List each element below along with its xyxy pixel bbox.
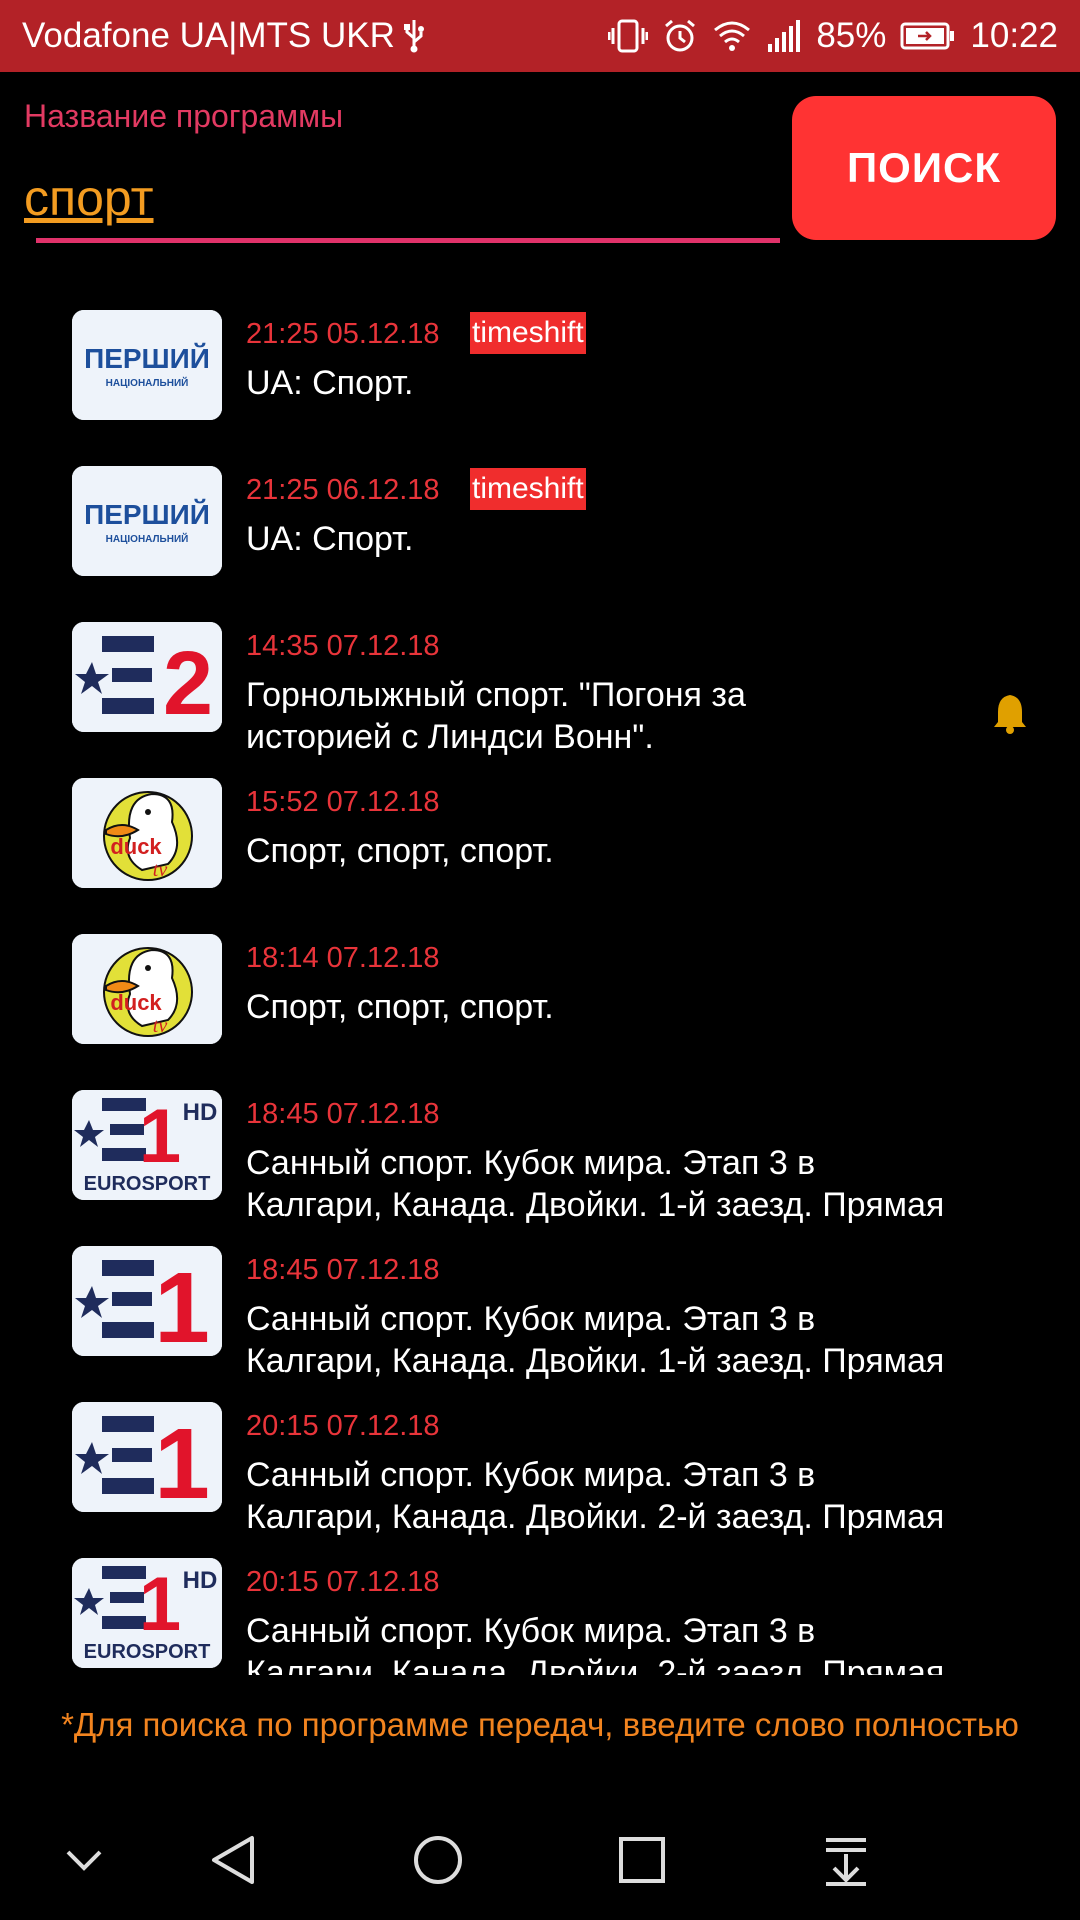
logo-text-duck: duck (110, 990, 162, 1015)
program-title-line-1: Спорт, спорт, спорт. (246, 832, 554, 870)
eurosport1-logo: 1 (72, 1402, 222, 1512)
status-icons: 85% 10:22 (608, 16, 1058, 56)
list-item[interactable]: ПЕРШИЙ НАЦІОНАЛЬНИЙ 21:25 05.12.18 timesh… (0, 290, 1080, 446)
clock: 10:22 (970, 16, 1058, 55)
broadcast-time: 21:25 05.12.18 (246, 318, 440, 350)
logo-text-1: 1 (139, 1562, 181, 1647)
logo-text-tv: tv (153, 859, 168, 881)
broadcast-time: 18:45 07.12.18 (246, 1098, 440, 1130)
bell-icon[interactable] (992, 692, 1028, 734)
search-underline (36, 238, 780, 243)
broadcast-time: 18:14 07.12.18 (246, 942, 440, 974)
eurosport1hd-logo: 1 HD EUROSPORT (72, 1558, 222, 1668)
logo-text-1: 1 (139, 1094, 181, 1179)
wifi-icon (712, 18, 752, 54)
alarm-icon (662, 18, 698, 54)
program-title-line-1: Горнолыжный спорт. "Погоня за (246, 676, 746, 714)
logo-text-1: 1 (154, 1408, 210, 1512)
program-title: Санный спорт. Кубок мира. Этап 3 в Калгар… (246, 1454, 1016, 1538)
list-item[interactable]: 2 14:35 07.12.18 Горнолыжный спорт. "Пого… (0, 602, 1080, 758)
logo-text-national: НАЦІОНАЛЬНИЙ (106, 376, 189, 389)
usb-icon (403, 18, 425, 54)
program-title-line-1: Санный спорт. Кубок мира. Этап 3 в (246, 1144, 816, 1182)
program-title-line-2: Калгари, Канада. Двойки. 1-й заезд. Прям… (246, 1186, 945, 1224)
carrier-info: Vodafone UA|MTS UKR (22, 16, 425, 56)
search-hint: *Для поиска по программе передач, введит… (61, 1706, 1019, 1743)
timeshift-badge: timeshift (470, 468, 586, 510)
broadcast-time: 18:45 07.12.18 (246, 1254, 440, 1286)
search-button[interactable]: ПОИСК (792, 96, 1056, 240)
program-title: Санный спорт. Кубок мира. Этап 3 в Калгар… (246, 1142, 1016, 1226)
logo-text-tv: tv (153, 1015, 168, 1037)
hide-keyboard-icon[interactable] (54, 1830, 114, 1890)
home-icon[interactable] (408, 1830, 468, 1890)
program-title-line-1: Спорт, спорт, спорт. (246, 988, 554, 1026)
ducktv-logo: duck tv (72, 934, 222, 1044)
list-item[interactable]: ПЕРШИЙ НАЦІОНАЛЬНИЙ 21:25 06.12.18 timesh… (0, 446, 1080, 602)
logo-text-hd: HD (183, 1567, 218, 1594)
broadcast-time: 20:15 07.12.18 (246, 1410, 440, 1442)
persh-logo: ПЕРШИЙ НАЦІОНАЛЬНИЙ (72, 466, 222, 576)
logo-text-hd: HD (183, 1099, 218, 1126)
status-bar: Vodafone UA|MTS UKR 85% 10:22 (0, 0, 1080, 72)
broadcast-time: 20:15 07.12.18 (246, 1566, 440, 1598)
list-item[interactable]: 1 18:45 07.12.18 Санный спорт. Кубок мира… (0, 1226, 1080, 1382)
broadcast-time: 21:25 06.12.18 (246, 474, 440, 506)
list-item[interactable]: duck tv 18:14 07.12.18 Спорт, спорт, спор… (0, 914, 1080, 1070)
program-title-line-2: Калгари, Канада. Двойки. 2-й заезд. Прям… (246, 1654, 945, 1675)
program-title-line-2: историей с Линдси Вонн". (246, 718, 654, 756)
list-item[interactable]: 1 20:15 07.12.18 Санный спорт. Кубок мира… (0, 1382, 1080, 1538)
program-title-line-1: Санный спорт. Кубок мира. Этап 3 в (246, 1300, 816, 1338)
logo-text-eurosport: EUROSPORT (84, 1173, 211, 1195)
program-title: Спорт, спорт, спорт. (246, 830, 1016, 872)
program-title: Спорт, спорт, спорт. (246, 986, 1016, 1028)
program-title: UA: Спорт. (246, 362, 1016, 404)
logo-text-2: 2 (163, 634, 213, 732)
search-field-label: Название программы (24, 98, 344, 134)
logo-text-1: 1 (154, 1252, 210, 1356)
search-input[interactable] (24, 160, 766, 236)
persh-logo: ПЕРШИЙ НАЦІОНАЛЬНИЙ (72, 310, 222, 420)
list-item[interactable]: 1 HD EUROSPORT 18:45 07.12.18 Санный спор… (0, 1070, 1080, 1226)
vibrate-icon (608, 18, 649, 54)
battery-percent: 85% (816, 16, 887, 55)
logo-text-eurosport: EUROSPORT (84, 1641, 211, 1663)
eurosport1hd-logo: 1 HD EUROSPORT (72, 1090, 222, 1200)
eurosport1-logo: 1 (72, 1246, 222, 1356)
battery-icon (900, 21, 956, 51)
back-icon[interactable] (204, 1830, 264, 1890)
timeshift-badge: timeshift (470, 312, 586, 354)
program-title: Санный спорт. Кубок мира. Этап 3 в Калгар… (246, 1610, 1016, 1675)
program-title-line-1: Санный спорт. Кубок мира. Этап 3 в (246, 1612, 816, 1650)
list-item[interactable]: duck tv 15:52 07.12.18 Спорт, спорт, спор… (0, 758, 1080, 914)
list-item[interactable]: 1 HD EUROSPORT 20:15 07.12.18 Санный спор… (0, 1538, 1080, 1675)
broadcast-time: 14:35 07.12.18 (246, 630, 440, 662)
program-title: Санный спорт. Кубок мира. Этап 3 в Калгар… (246, 1298, 1016, 1382)
broadcast-time: 15:52 07.12.18 (246, 786, 440, 818)
program-title: Горнолыжный спорт. "Погоня за историей с … (246, 674, 1016, 758)
ducktv-logo: duck tv (72, 778, 222, 888)
program-title-line-2: Калгари, Канада. Двойки. 1-й заезд. Прям… (246, 1342, 945, 1380)
carrier-name: Vodafone UA|MTS UKR (22, 16, 395, 55)
notification-pull-icon[interactable] (816, 1830, 876, 1890)
program-title-line-1: UA: Спорт. (246, 520, 414, 558)
signal-icon (766, 18, 802, 54)
logo-text-national: НАЦІОНАЛЬНИЙ (106, 532, 189, 545)
results-list[interactable]: ПЕРШИЙ НАЦІОНАЛЬНИЙ 21:25 05.12.18 timesh… (0, 290, 1080, 1675)
program-title-line-1: UA: Спорт. (246, 364, 414, 402)
logo-text-persh: ПЕРШИЙ (84, 342, 210, 374)
program-title-line-1: Санный спорт. Кубок мира. Этап 3 в (246, 1456, 816, 1494)
logo-text-persh: ПЕРШИЙ (84, 498, 210, 530)
eurosport2-logo: 2 (72, 622, 222, 732)
program-title-line-2: Калгари, Канада. Двойки. 2-й заезд. Прям… (246, 1498, 945, 1536)
logo-text-duck: duck (110, 834, 162, 859)
recents-icon[interactable] (612, 1830, 672, 1890)
program-title: UA: Спорт. (246, 518, 1016, 560)
navigation-bar (0, 1800, 1080, 1920)
